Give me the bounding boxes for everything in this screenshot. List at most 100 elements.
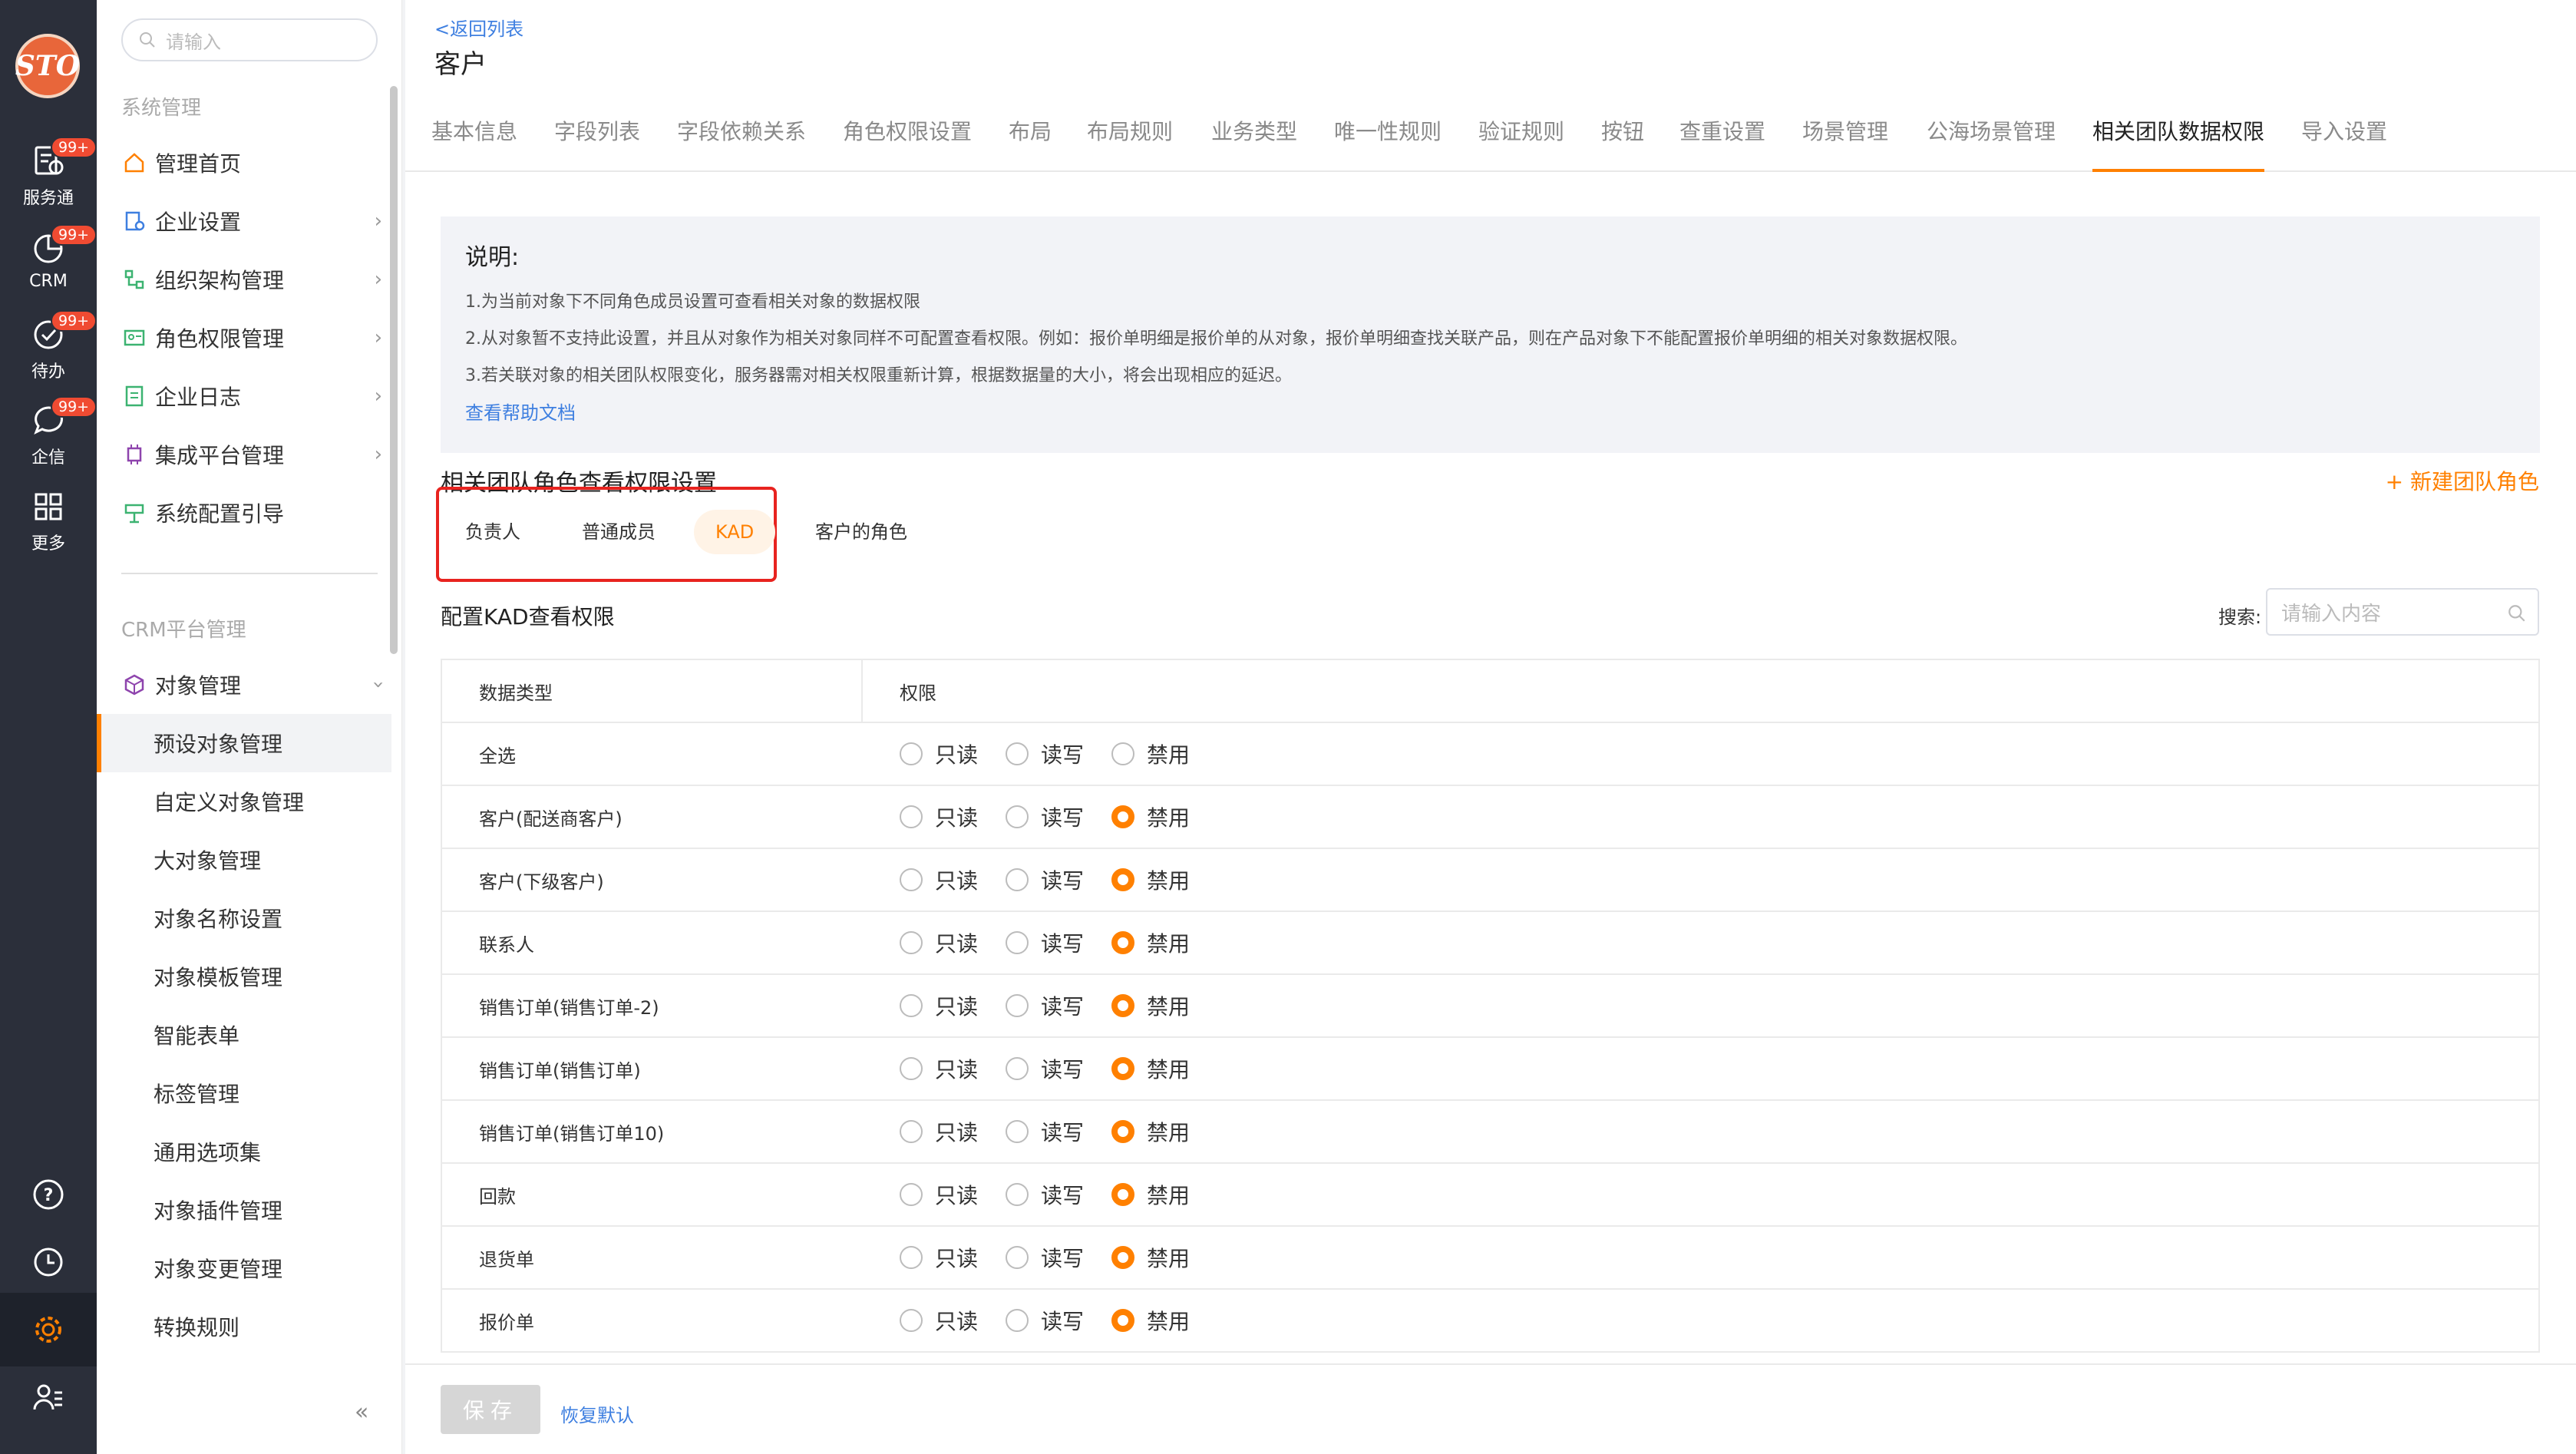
help-doc-link[interactable]: 查看帮助文档 (465, 395, 2515, 431)
sidebar-sub-custom-objects[interactable]: 自定义对象管理 (97, 772, 391, 831)
help-button[interactable]: ? (0, 1158, 97, 1231)
role-tab-customer-role[interactable]: 客户的角色 (794, 510, 929, 554)
sidebar-scrollbar[interactable] (390, 86, 398, 654)
permission-radio[interactable]: 只读 (900, 1116, 978, 1147)
sidebar-sub-option-sets[interactable]: 通用选项集 (97, 1122, 391, 1181)
tab-import-settings[interactable]: 导入设置 (2301, 107, 2387, 172)
permission-radio[interactable]: 读写 (1006, 1053, 1084, 1084)
rail-item-chat[interactable]: 企信 99+ (0, 396, 97, 468)
tab-public-scene[interactable]: 公海场景管理 (1927, 107, 2056, 172)
permission-radio[interactable]: 禁用 (1111, 1242, 1190, 1273)
sidebar-sub-changes[interactable]: 对象变更管理 (97, 1239, 391, 1297)
sidebar-item-object-mgmt[interactable]: 对象管理 › (121, 662, 390, 708)
permission-radio[interactable]: 读写 (1006, 927, 1084, 958)
collapse-sidebar-button[interactable]: « (355, 1399, 368, 1426)
sidebar-item-guide[interactable]: 系统配置引导 (121, 490, 382, 536)
tab-validation-rules[interactable]: 验证规则 (1478, 107, 1564, 172)
tab-layout-rules[interactable]: 布局规则 (1087, 107, 1173, 172)
permission-radio[interactable]: 只读 (900, 1053, 978, 1084)
sidebar-sub-preset-objects[interactable]: 预设对象管理 (97, 714, 391, 772)
rail-item-todo[interactable]: 待办 99+ (0, 310, 97, 382)
permission-radio[interactable]: 读写 (1006, 990, 1084, 1021)
role-tab-kad[interactable]: KAD (694, 510, 776, 554)
role-tab-owner[interactable]: 负责人 (444, 510, 542, 554)
content-search-input[interactable]: 请输入内容 (2266, 588, 2539, 636)
user-settings-button[interactable] (0, 1360, 97, 1434)
radio-circle-icon (1111, 805, 1135, 828)
tab-duplicate-settings[interactable]: 查重设置 (1679, 107, 1765, 172)
sidebar-item-role[interactable]: 角色权限管理 › (121, 315, 382, 361)
radio-circle-icon (1111, 931, 1135, 954)
rail-label: 待办 (31, 362, 65, 382)
save-button[interactable]: 保存 (441, 1385, 540, 1434)
permission-radio[interactable]: 只读 (900, 1305, 978, 1336)
tab-layout[interactable]: 布局 (1009, 107, 1052, 172)
permission-radio[interactable]: 只读 (900, 1242, 978, 1273)
company-logo[interactable]: STO (15, 34, 80, 98)
role-tab-member[interactable]: 普通成员 (560, 510, 677, 554)
permission-radio[interactable]: 禁用 (1111, 801, 1190, 832)
tab-basic-info[interactable]: 基本信息 (431, 107, 517, 172)
tab-scene-management[interactable]: 场景管理 (1802, 107, 1888, 172)
permission-radio[interactable]: 只读 (900, 801, 978, 832)
rail-item-crm[interactable]: CRM 99+ (0, 224, 97, 291)
tab-role-permissions[interactable]: 角色权限设置 (843, 107, 972, 172)
tab-business-types[interactable]: 业务类型 (1211, 107, 1297, 172)
permission-radio[interactable]: 禁用 (1111, 1116, 1190, 1147)
radio-label: 只读 (935, 868, 979, 894)
rail-label: 企信 (31, 448, 65, 468)
sidebar-sub-conversion-rules[interactable]: 转换规则 (97, 1297, 391, 1356)
permission-radio[interactable]: 读写 (1006, 864, 1084, 895)
radio-circle-icon (1006, 1246, 1029, 1269)
radio-circle-icon (1111, 1183, 1135, 1206)
permission-radio[interactable]: 禁用 (1111, 927, 1190, 958)
permission-radio[interactable]: 禁用 (1111, 864, 1190, 895)
permission-radio[interactable]: 只读 (900, 990, 978, 1021)
tab-field-dependency[interactable]: 字段依赖关系 (677, 107, 806, 172)
permission-radio[interactable]: 只读 (900, 927, 978, 958)
sidebar-search-placeholder: 请输入 (166, 31, 221, 53)
sidebar-item-integration[interactable]: 集成平台管理 › (121, 431, 382, 478)
sidebar-sub-object-templates[interactable]: 对象模板管理 (97, 947, 391, 1006)
permission-radio[interactable]: 读写 (1006, 739, 1084, 769)
settings-button[interactable] (0, 1293, 97, 1366)
permission-radio[interactable]: 读写 (1006, 1305, 1084, 1336)
permission-cell: 只读 读写 禁用 (863, 1227, 1217, 1288)
sidebar-sub-big-objects[interactable]: 大对象管理 (97, 831, 391, 889)
sidebar-sub-tags[interactable]: 标签管理 (97, 1064, 391, 1122)
permission-radio[interactable]: 读写 (1006, 1179, 1084, 1210)
sidebar-sub-object-naming[interactable]: 对象名称设置 (97, 889, 391, 947)
sidebar-search-input[interactable]: 请输入 (121, 18, 378, 61)
radio-label: 读写 (1041, 1309, 1085, 1334)
permission-radio[interactable]: 禁用 (1111, 1179, 1190, 1210)
tab-buttons[interactable]: 按钮 (1601, 107, 1644, 172)
tab-team-data-permissions[interactable]: 相关团队数据权限 (2092, 107, 2265, 172)
sidebar-item-home[interactable]: 管理首页 (121, 140, 382, 186)
sidebar-sub-plugins[interactable]: 对象插件管理 (97, 1181, 391, 1239)
permission-radio[interactable]: 禁用 (1111, 1053, 1190, 1084)
rail-item-service[interactable]: 服务通 99+ (0, 137, 97, 209)
back-to-list-link[interactable]: <返回列表 (434, 14, 523, 41)
sidebar-sub-smart-forms[interactable]: 智能表单 (97, 1006, 391, 1064)
permission-radio[interactable]: 禁用 (1111, 990, 1190, 1021)
permission-radio[interactable]: 禁用 (1111, 739, 1190, 769)
sidebar-item-log[interactable]: 企业日志 › (121, 373, 382, 419)
radio-circle-icon (1006, 1309, 1029, 1332)
radio-label: 只读 (935, 994, 979, 1019)
permission-radio[interactable]: 禁用 (1111, 1305, 1190, 1336)
search-label: 搜索: (2218, 606, 2262, 628)
sidebar-item-company[interactable]: 企业设置 › (121, 198, 382, 244)
permission-radio[interactable]: 读写 (1006, 1116, 1084, 1147)
permission-radio[interactable]: 读写 (1006, 1242, 1084, 1273)
permission-radio[interactable]: 只读 (900, 864, 978, 895)
tab-field-list[interactable]: 字段列表 (554, 107, 640, 172)
tab-uniqueness-rules[interactable]: 唯一性规则 (1334, 107, 1442, 172)
permission-radio[interactable]: 读写 (1006, 801, 1084, 832)
sidebar-item-org[interactable]: 组织架构管理 › (121, 256, 382, 302)
history-button[interactable] (0, 1225, 97, 1299)
rail-item-more[interactable]: 更多 (0, 488, 97, 554)
permission-radio[interactable]: 只读 (900, 739, 978, 769)
restore-default-link[interactable]: 恢复默认 (560, 1400, 634, 1427)
new-team-role-button[interactable]: + 新建团队角色 (2386, 465, 2539, 496)
permission-radio[interactable]: 只读 (900, 1179, 978, 1210)
